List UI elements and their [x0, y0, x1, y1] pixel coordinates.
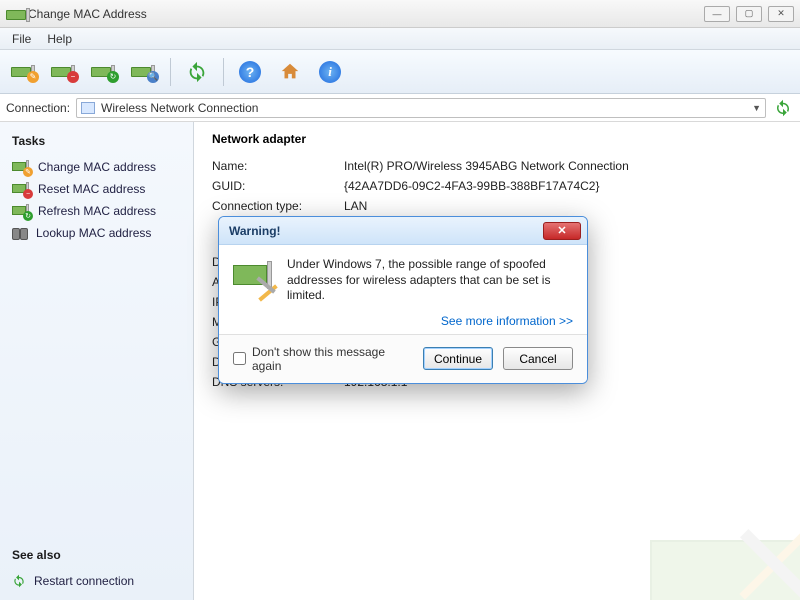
- nic-edit-icon: ✎: [12, 160, 30, 174]
- maximize-button[interactable]: ▢: [736, 6, 762, 22]
- menu-bar: File Help: [0, 28, 800, 50]
- checkbox-input[interactable]: [233, 352, 246, 365]
- nic-edit-icon: ✎: [11, 63, 37, 81]
- app-icon: [6, 6, 22, 22]
- tasks-header: Tasks: [12, 134, 183, 148]
- binoculars-icon: [12, 226, 28, 240]
- toolbar-change-mac-button[interactable]: ✎: [6, 55, 42, 89]
- details-header: Network adapter: [212, 132, 786, 146]
- toolbar-help-button[interactable]: ?: [232, 55, 268, 89]
- task-label: Reset MAC address: [38, 182, 145, 196]
- watermark-graphic: [650, 540, 800, 600]
- task-change-mac[interactable]: ✎ Change MAC address: [10, 156, 183, 178]
- dialog-more-info-link[interactable]: See more information >>: [441, 314, 573, 328]
- toolbar-reset-mac-button[interactable]: −: [46, 55, 82, 89]
- task-reset-mac[interactable]: − Reset MAC address: [10, 178, 183, 200]
- window-title: Change MAC Address: [28, 7, 704, 21]
- sidebar: Tasks ✎ Change MAC address − Reset MAC a…: [0, 122, 194, 600]
- detail-value: {42AA7DD6-09C2-4FA3-99BB-388BF17A74C2}: [344, 179, 782, 193]
- title-bar: Change MAC Address — ▢ ✕: [0, 0, 800, 28]
- detail-key: Name:: [212, 159, 344, 173]
- nic-reset-icon: −: [51, 63, 77, 81]
- menu-file[interactable]: File: [4, 30, 39, 48]
- warning-dialog: Warning! ✕ Under Windows 7, the possible…: [218, 216, 588, 384]
- toolbar-separator: [223, 58, 224, 86]
- close-window-button[interactable]: ✕: [768, 6, 794, 22]
- task-label: Change MAC address: [38, 160, 156, 174]
- seealso-restart-connection[interactable]: Restart connection: [10, 570, 183, 592]
- chevron-down-icon: ▼: [752, 103, 761, 113]
- menu-help[interactable]: Help: [39, 30, 80, 48]
- detail-row: Connection type:LAN: [208, 196, 786, 216]
- nic-refresh-icon: ↻: [12, 204, 30, 218]
- seealso-header: See also: [12, 548, 183, 562]
- connection-refresh-button[interactable]: [772, 97, 794, 119]
- toolbar: ✎ − ↻ 🔍 ? i: [0, 50, 800, 94]
- detail-value: Intel(R) PRO/Wireless 3945ABG Network Co…: [344, 159, 782, 173]
- nic-refresh-icon: ↻: [91, 63, 117, 81]
- task-label: Refresh MAC address: [38, 204, 156, 218]
- connection-type-icon: [81, 102, 95, 114]
- detail-key: GUID:: [212, 179, 344, 193]
- task-refresh-mac[interactable]: ↻ Refresh MAC address: [10, 200, 183, 222]
- refresh-icon: [12, 574, 26, 588]
- connection-row: Connection: Wireless Network Connection …: [0, 94, 800, 122]
- dialog-close-button[interactable]: ✕: [543, 222, 581, 240]
- refresh-icon: [774, 99, 792, 117]
- detail-row: GUID:{42AA7DD6-09C2-4FA3-99BB-388BF17A74…: [208, 176, 786, 196]
- connection-value: Wireless Network Connection: [101, 101, 752, 115]
- seealso-label: Restart connection: [34, 574, 134, 588]
- toolbar-about-button[interactable]: i: [312, 55, 348, 89]
- dialog-titlebar[interactable]: Warning! ✕: [219, 217, 587, 245]
- toolbar-lookup-mac-button[interactable]: 🔍: [126, 55, 162, 89]
- dialog-continue-button[interactable]: Continue: [423, 347, 493, 370]
- dialog-title: Warning!: [225, 224, 543, 238]
- toolbar-home-button[interactable]: [272, 55, 308, 89]
- detail-value: LAN: [344, 199, 782, 213]
- task-lookup-mac[interactable]: Lookup MAC address: [10, 222, 183, 244]
- nic-lookup-icon: 🔍: [131, 63, 157, 81]
- refresh-icon: [186, 61, 208, 83]
- help-icon: ?: [239, 61, 261, 83]
- dialog-dont-show-checkbox[interactable]: Don't show this message again: [233, 345, 413, 373]
- detail-key: Connection type:: [212, 199, 344, 213]
- connection-label: Connection:: [6, 101, 70, 115]
- nic-reset-icon: −: [12, 182, 30, 196]
- detail-row: Name:Intel(R) PRO/Wireless 3945ABG Netwo…: [208, 156, 786, 176]
- dialog-cancel-button[interactable]: Cancel: [503, 347, 573, 370]
- task-label: Lookup MAC address: [36, 226, 151, 240]
- checkbox-label: Don't show this message again: [252, 345, 413, 373]
- minimize-button[interactable]: —: [704, 6, 730, 22]
- info-icon: i: [319, 61, 341, 83]
- toolbar-refresh-button[interactable]: [179, 55, 215, 89]
- toolbar-refresh-mac-button[interactable]: ↻: [86, 55, 122, 89]
- toolbar-separator: [170, 58, 171, 86]
- home-icon: [279, 61, 301, 83]
- dialog-message: Under Windows 7, the possible range of s…: [287, 257, 573, 304]
- nic-tools-icon: [233, 257, 275, 293]
- connection-combo[interactable]: Wireless Network Connection ▼: [76, 98, 766, 118]
